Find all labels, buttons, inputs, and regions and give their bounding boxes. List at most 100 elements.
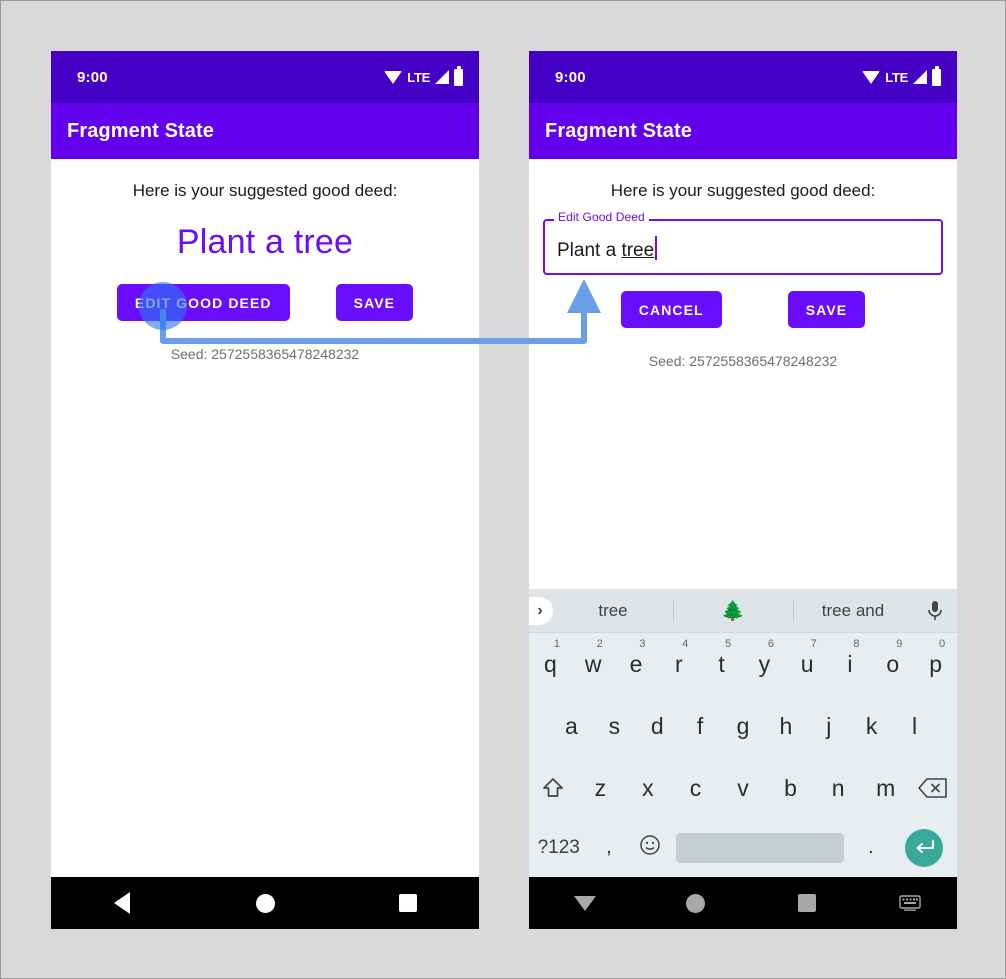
on-screen-keyboard: › tree 🌲 tree and q1w2e3r4t5y6u7i8o9p0 a…: [529, 589, 957, 877]
enter-return-icon[interactable]: [891, 829, 957, 867]
square-icon: [797, 894, 816, 912]
nav-home-button[interactable]: [194, 893, 337, 913]
navigation-bar-right: [529, 877, 957, 929]
text-field-value: Plant a tree: [557, 232, 658, 262]
suggestion-emoji[interactable]: 🌲: [673, 599, 793, 623]
key-number-1: 1: [553, 637, 560, 650]
circle-icon: [686, 893, 706, 913]
key-e[interactable]: e3: [615, 638, 658, 678]
app-bar: Fragment State: [529, 103, 957, 159]
suggestion-bar: › tree 🌲 tree and: [529, 589, 957, 633]
nav-keyboard-switch-button[interactable]: [863, 895, 957, 911]
button-row: EDIT GOOD DEED SAVE: [51, 284, 479, 321]
key-number-0: 0: [939, 637, 946, 650]
shift-up-icon[interactable]: [529, 775, 577, 801]
key-l[interactable]: l: [893, 713, 936, 740]
enter-key-circle: [905, 829, 944, 867]
key-t[interactable]: t5: [700, 638, 743, 678]
status-bar-icons: LTE: [384, 65, 463, 86]
edit-good-deed-text-field[interactable]: Plant a tree Edit Good Deed: [543, 210, 943, 275]
text-cursor: [655, 236, 658, 260]
key-h[interactable]: h: [764, 713, 807, 740]
smiley-icon[interactable]: [629, 834, 670, 862]
suggestion-word-2[interactable]: tree and: [793, 601, 913, 621]
lte-label: LTE: [407, 69, 430, 85]
key-number-6: 6: [767, 637, 774, 650]
status-bar-time: 9:00: [555, 68, 586, 86]
symbols-key[interactable]: ?123: [529, 837, 588, 859]
text-field-value-static: Plant a: [557, 240, 622, 261]
cancel-button[interactable]: CANCEL: [620, 291, 722, 328]
nav-recents-button[interactable]: [751, 894, 862, 912]
key-m[interactable]: m: [862, 775, 910, 802]
microphone-icon[interactable]: [913, 600, 957, 622]
backspace-icon[interactable]: [909, 777, 957, 799]
key-number-8: 8: [853, 637, 860, 650]
lte-label: LTE: [885, 69, 908, 85]
status-bar: 9:00 LTE: [51, 51, 479, 103]
key-d[interactable]: d: [636, 713, 679, 740]
app-bar-title: Fragment State: [67, 119, 214, 142]
app-bar-title: Fragment State: [545, 119, 692, 142]
space-key[interactable]: [676, 833, 845, 863]
key-u[interactable]: u7: [786, 638, 829, 678]
key-j[interactable]: j: [807, 713, 850, 740]
key-p[interactable]: p0: [914, 638, 957, 678]
key-x[interactable]: x: [624, 775, 672, 802]
period-key[interactable]: .: [850, 837, 891, 859]
square-icon: [398, 894, 417, 912]
key-y[interactable]: y6: [743, 638, 786, 678]
keyboard-icon: [899, 895, 921, 911]
key-q[interactable]: q1: [529, 638, 572, 678]
key-number-3: 3: [639, 637, 646, 650]
nav-home-button[interactable]: [640, 893, 751, 913]
key-a[interactable]: a: [550, 713, 593, 740]
key-number-2: 2: [596, 637, 603, 650]
key-number-4: 4: [682, 637, 689, 650]
text-field-composing-text: tree: [621, 240, 655, 261]
main-content-left: Here is your suggested good deed: Plant …: [51, 181, 479, 362]
prompt-text: Here is your suggested good deed:: [610, 181, 876, 200]
key-w[interactable]: w2: [572, 638, 615, 678]
status-bar-icons: LTE: [862, 65, 941, 86]
prompt-text: Here is your suggested good deed:: [132, 181, 398, 200]
suggestion-word-1[interactable]: tree: [553, 601, 673, 621]
key-n[interactable]: n: [814, 775, 862, 802]
circle-icon: [255, 893, 275, 913]
signal-icon: [913, 70, 927, 84]
key-o[interactable]: o9: [871, 638, 914, 678]
key-c[interactable]: c: [672, 775, 720, 802]
chevron-right-icon[interactable]: ›: [529, 596, 553, 625]
comma-key[interactable]: ,: [588, 837, 629, 859]
key-g[interactable]: g: [722, 713, 765, 740]
signal-icon: [435, 70, 449, 84]
key-f[interactable]: f: [679, 713, 722, 740]
app-bar: Fragment State: [51, 103, 479, 159]
key-i[interactable]: i8: [829, 638, 872, 678]
text-field-outline[interactable]: Plant a tree: [543, 219, 943, 275]
key-k[interactable]: k: [850, 713, 893, 740]
main-content-right: Here is your suggested good deed: Plant …: [529, 181, 957, 369]
status-bar-time: 9:00: [77, 68, 108, 86]
button-row: CANCEL SAVE: [529, 291, 957, 328]
wifi-icon: [862, 70, 881, 84]
key-b[interactable]: b: [767, 775, 815, 802]
wifi-icon: [384, 70, 403, 84]
status-bar: 9:00 LTE: [529, 51, 957, 103]
battery-icon: [932, 65, 941, 86]
keyboard-row-4: ?123 , .: [529, 819, 957, 877]
nav-back-button[interactable]: [51, 892, 194, 914]
nav-hide-keyboard-button[interactable]: [529, 895, 640, 911]
save-button[interactable]: SAVE: [787, 291, 866, 328]
key-v[interactable]: v: [719, 775, 767, 802]
key-number-5: 5: [725, 637, 732, 650]
key-s[interactable]: s: [593, 713, 636, 740]
key-z[interactable]: z: [577, 775, 625, 802]
keyboard-row-1: q1w2e3r4t5y6u7i8o9p0: [529, 633, 957, 695]
key-number-9: 9: [896, 637, 903, 650]
key-r[interactable]: r4: [657, 638, 700, 678]
nav-recents-button[interactable]: [336, 894, 479, 912]
phone-screen-left: 9:00 LTE Fragment State Here is your sug…: [51, 51, 479, 929]
save-button[interactable]: SAVE: [335, 284, 414, 321]
keyboard-row-2: asdfghjkl: [529, 695, 957, 757]
